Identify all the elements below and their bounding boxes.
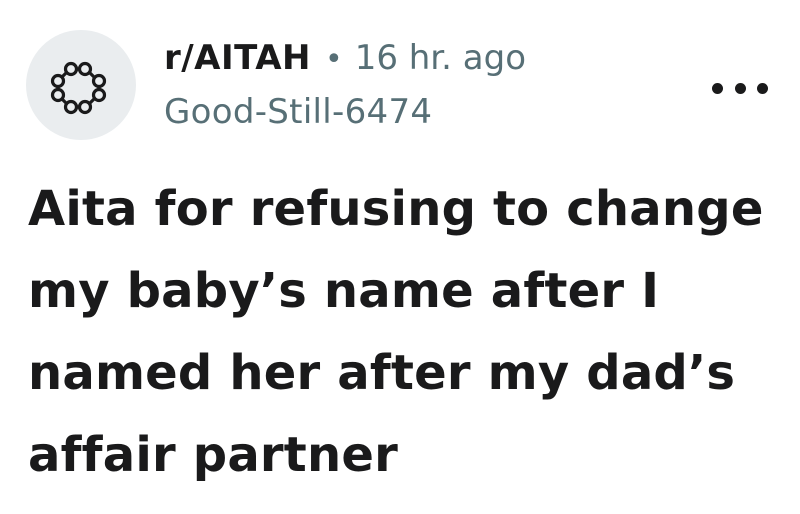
overflow-dot xyxy=(712,82,723,94)
meta-separator: • xyxy=(324,42,343,77)
post-meta: r/AITAH • 16 hr. ago Good-Still-6474 xyxy=(164,38,526,132)
subreddit-avatar[interactable] xyxy=(26,30,136,140)
post-timestamp: 16 hr. ago xyxy=(354,38,526,78)
overflow-dot xyxy=(757,82,768,94)
community-nodes-icon xyxy=(50,61,107,115)
post-header: r/AITAH • 16 hr. ago Good-Still-6474 xyxy=(26,30,776,142)
overflow-menu-icon[interactable] xyxy=(712,76,768,100)
author-username[interactable]: Good-Still-6474 xyxy=(164,92,526,132)
overflow-dot xyxy=(734,82,746,94)
subreddit-link[interactable]: r/AITAH xyxy=(164,38,311,78)
post-meta-line: r/AITAH • 16 hr. ago xyxy=(164,38,526,84)
post-title[interactable]: Aita for refusing to change my baby’s na… xyxy=(28,168,768,496)
